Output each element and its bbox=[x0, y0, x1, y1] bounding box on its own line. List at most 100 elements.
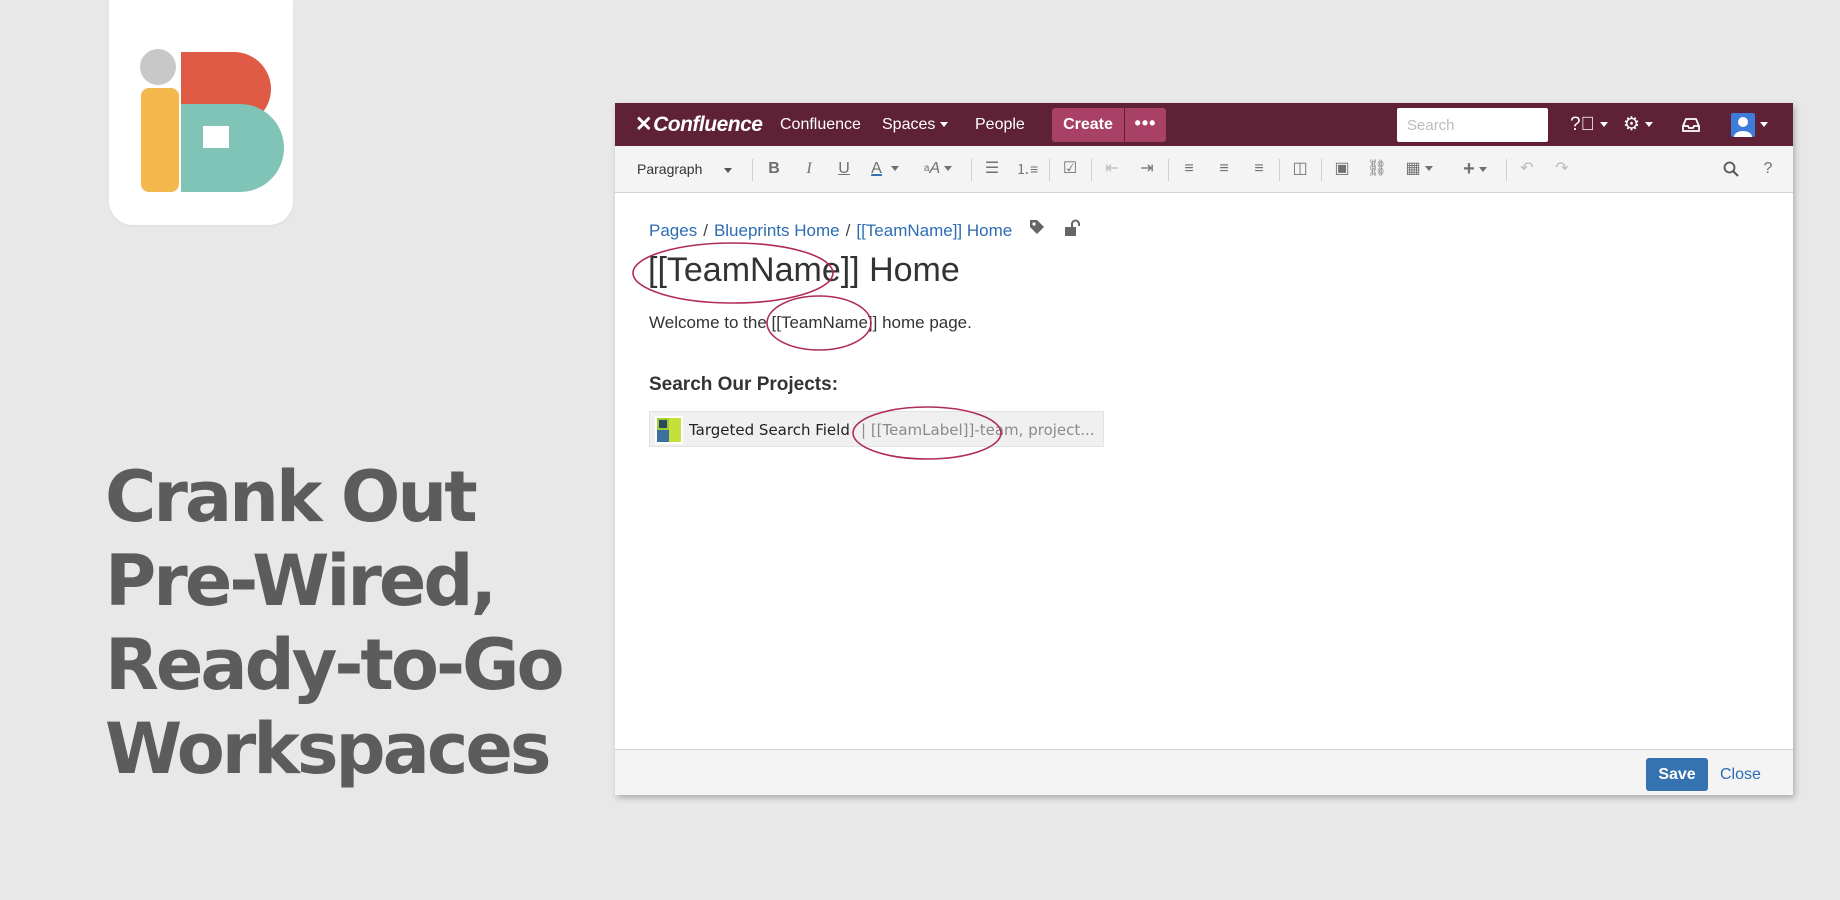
bold-icon[interactable]: B bbox=[763, 146, 785, 192]
chevron-down-icon bbox=[890, 166, 899, 172]
align-center-icon[interactable]: ≡ bbox=[1213, 146, 1235, 192]
table-menu[interactable]: ▦ bbox=[1401, 146, 1437, 192]
editor-footer: Save Close bbox=[615, 749, 1793, 795]
find-replace-icon[interactable] bbox=[1720, 146, 1742, 192]
text-format-icon: a bbox=[923, 163, 930, 174]
toolbar-divider bbox=[752, 159, 753, 181]
nav-spaces-label: Spaces bbox=[882, 116, 936, 133]
search-input[interactable] bbox=[1397, 108, 1548, 142]
link-icon[interactable]: ⛓ bbox=[1366, 146, 1388, 192]
app-logo bbox=[109, 0, 293, 225]
editor-toolbar: Paragraph B I U A aA ☰ ⒈≡ ☑ ⇤ ⇥ ≡ ≡ ≡ ◫ … bbox=[615, 146, 1793, 193]
macro-params: | [[TeamLabel]]-team, project... bbox=[861, 421, 1095, 439]
help-menu[interactable]: ?⃝ bbox=[1570, 103, 1608, 146]
welcome-after: home page. bbox=[877, 313, 972, 332]
search-icon bbox=[1723, 161, 1739, 177]
page-layout-icon[interactable]: ◫ bbox=[1289, 146, 1311, 192]
toolbar-divider bbox=[971, 159, 972, 181]
nav-spaces[interactable]: Spaces bbox=[882, 103, 949, 146]
underline-icon[interactable]: U bbox=[833, 146, 855, 192]
redo-icon[interactable]: ↷ bbox=[1551, 146, 1573, 192]
create-button[interactable]: Create bbox=[1052, 108, 1124, 142]
chevron-down-icon bbox=[944, 166, 953, 172]
breadcrumb-pages[interactable]: Pages bbox=[649, 221, 697, 240]
tag-icon bbox=[1030, 220, 1044, 234]
toolbar-divider bbox=[1279, 159, 1280, 181]
text-format-menu[interactable]: aA bbox=[920, 146, 956, 192]
toolbar-divider bbox=[1049, 159, 1050, 181]
paragraph-label: Paragraph bbox=[637, 161, 703, 177]
breadcrumb-separator: / bbox=[703, 221, 708, 240]
confluence-header: ✕Confluence Confluence Spaces People Cre… bbox=[615, 103, 1793, 146]
macro-label: Targeted Search Field bbox=[689, 421, 850, 439]
plus-icon: + bbox=[1463, 158, 1475, 180]
chevron-down-icon bbox=[1760, 122, 1768, 128]
save-button[interactable]: Save bbox=[1646, 758, 1708, 791]
outdent-icon[interactable]: ⇤ bbox=[1101, 146, 1123, 192]
indent-icon[interactable]: ⇥ bbox=[1136, 146, 1158, 192]
confluence-editor-window: ✕Confluence Confluence Spaces People Cre… bbox=[615, 103, 1793, 795]
nav-people[interactable]: People bbox=[975, 103, 1025, 146]
nav-confluence[interactable]: Confluence bbox=[780, 103, 861, 146]
welcome-paragraph[interactable]: Welcome to the [[TeamName]] home page. bbox=[649, 313, 972, 333]
user-menu[interactable] bbox=[1731, 103, 1768, 146]
avatar bbox=[1731, 112, 1755, 137]
toolbar-divider bbox=[1168, 159, 1169, 181]
close-button[interactable]: Close bbox=[1720, 758, 1761, 791]
brand-label: Confluence bbox=[653, 113, 763, 136]
settings-menu[interactable]: ⚙ bbox=[1623, 103, 1654, 146]
label-icon[interactable] bbox=[1029, 219, 1045, 240]
breadcrumb-team-home[interactable]: [[TeamName]] Home bbox=[856, 221, 1012, 240]
keyboard-help-icon[interactable]: ? bbox=[1757, 146, 1779, 192]
task-list-icon[interactable]: ☑ bbox=[1059, 146, 1081, 192]
insert-more-menu[interactable]: + bbox=[1457, 146, 1493, 192]
gear-icon: ⚙ bbox=[1623, 114, 1641, 135]
ib-logo-icon bbox=[140, 49, 284, 192]
marketing-headline: Crank Out Pre-Wired, Ready-to-Go Workspa… bbox=[105, 455, 565, 791]
search-projects-heading[interactable]: Search Our Projects: bbox=[649, 374, 838, 396]
breadcrumb-separator: / bbox=[845, 221, 851, 240]
headline-line-2: Pre-Wired, bbox=[105, 540, 497, 622]
create-more-button[interactable]: ••• bbox=[1125, 108, 1166, 142]
welcome-before: Welcome to the bbox=[649, 313, 772, 332]
breadcrumb-blueprints-home[interactable]: Blueprints Home bbox=[714, 221, 840, 240]
welcome-placeholder: [[TeamName]] bbox=[771, 313, 878, 332]
breadcrumb: Pages / Blueprints Home / [[TeamName]] Home bbox=[649, 221, 1012, 241]
table-icon: ▦ bbox=[1405, 160, 1421, 177]
toolbar-divider bbox=[1091, 159, 1092, 181]
notifications-button[interactable] bbox=[1681, 103, 1701, 146]
text-color-button[interactable]: A bbox=[867, 146, 903, 192]
editor-content: Pages / Blueprints Home / [[TeamName]] Home … bbox=[615, 193, 1793, 749]
help-icon: ?⃝ bbox=[1570, 114, 1595, 135]
confluence-x-icon: ✕ bbox=[635, 113, 653, 136]
chevron-down-icon bbox=[1478, 167, 1487, 173]
headline-line-3: Ready-to-Go bbox=[105, 624, 565, 706]
title-rest: Home bbox=[859, 251, 960, 289]
paragraph-style-select[interactable]: Paragraph bbox=[637, 146, 733, 192]
chevron-down-icon bbox=[724, 167, 733, 173]
bullet-list-icon[interactable]: ☰ bbox=[981, 146, 1003, 192]
undo-icon[interactable]: ↶ bbox=[1516, 146, 1538, 192]
unlock-icon bbox=[1065, 219, 1080, 236]
confluence-logo[interactable]: ✕Confluence bbox=[635, 103, 763, 146]
page-title[interactable]: [[TeamName]] Home bbox=[648, 251, 960, 290]
chevron-down-icon bbox=[1424, 166, 1433, 172]
text-color-icon: A bbox=[871, 160, 882, 177]
align-left-icon[interactable]: ≡ bbox=[1178, 146, 1200, 192]
numbered-list-icon[interactable]: ⒈≡ bbox=[1016, 146, 1038, 192]
title-placeholder: [[TeamName]] bbox=[648, 251, 860, 289]
chevron-down-icon bbox=[1599, 122, 1608, 128]
targeted-search-macro[interactable]: Targeted Search Field | [[TeamLabel]]-te… bbox=[649, 411, 1104, 447]
toolbar-divider bbox=[1321, 159, 1322, 181]
inbox-icon bbox=[1682, 118, 1700, 132]
chevron-down-icon bbox=[1645, 122, 1654, 128]
headline-line-4: Workspaces bbox=[105, 708, 552, 790]
toolbar-divider bbox=[1506, 159, 1507, 181]
align-right-icon[interactable]: ≡ bbox=[1248, 146, 1270, 192]
chevron-down-icon bbox=[940, 122, 949, 128]
italic-icon[interactable]: I bbox=[798, 146, 820, 192]
insert-image-icon[interactable]: ▣ bbox=[1331, 146, 1353, 192]
headline-line-1: Crank Out bbox=[105, 456, 478, 538]
restrictions-button[interactable] bbox=[1064, 219, 1080, 242]
macro-icon bbox=[655, 416, 683, 444]
